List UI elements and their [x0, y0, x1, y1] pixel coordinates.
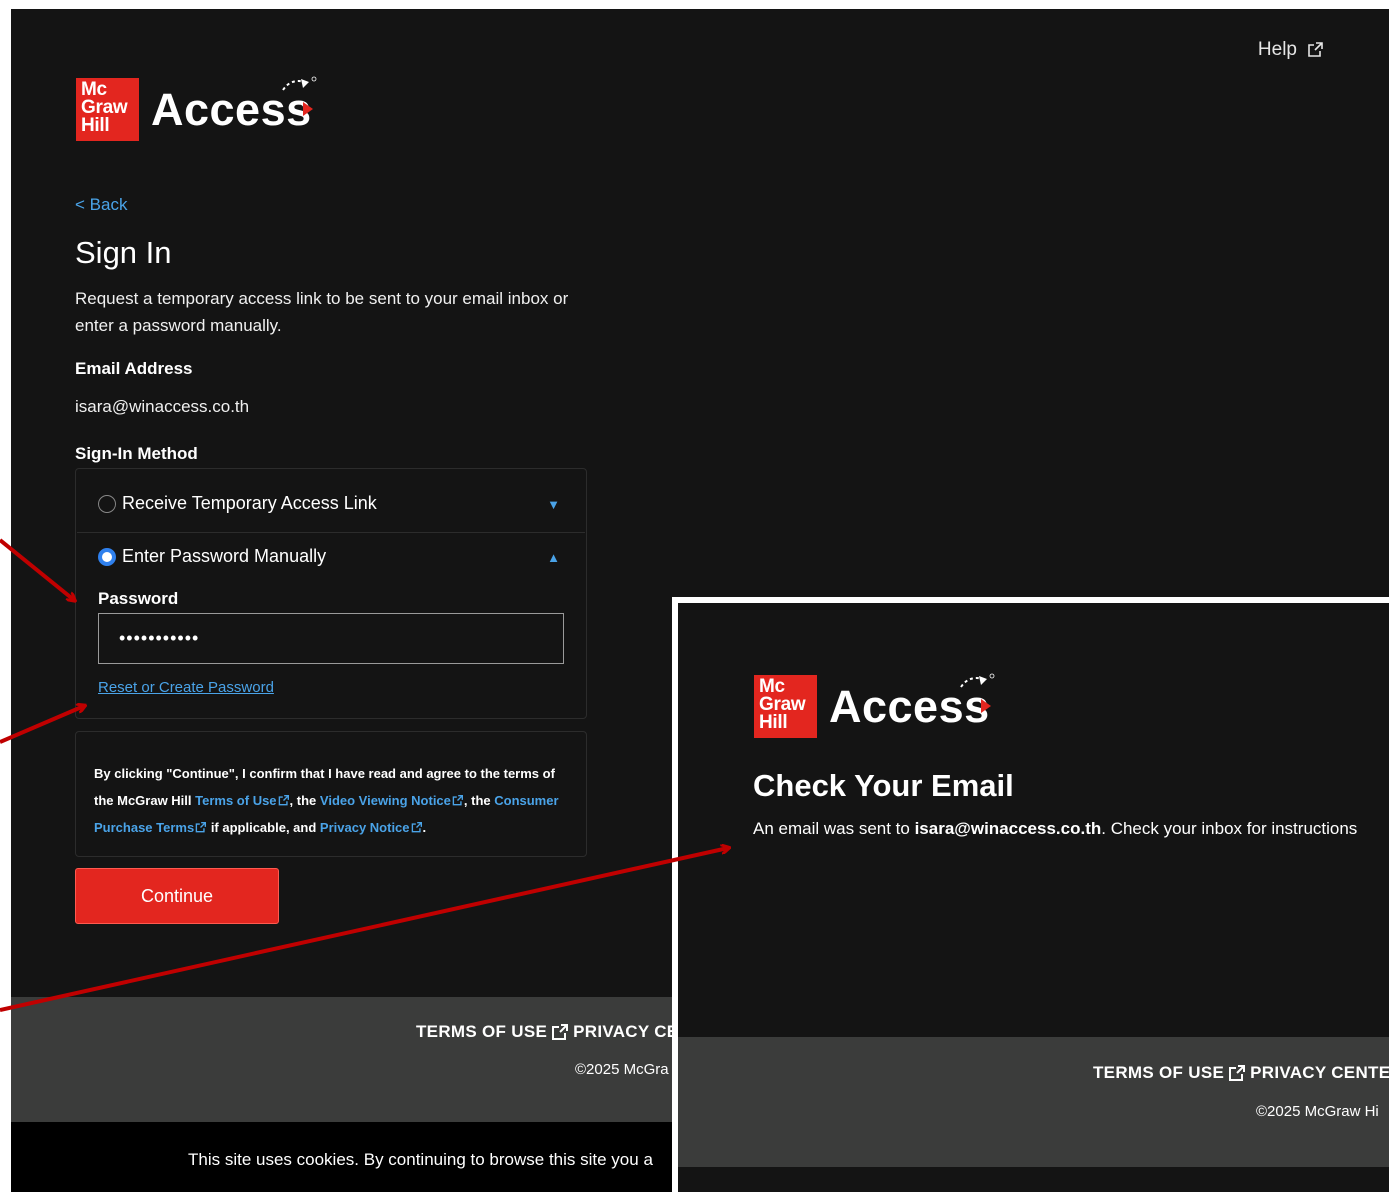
terms-text: , the [463, 793, 495, 808]
reset-password-link[interactable]: Reset or Create Password [98, 679, 274, 696]
email-label: Email Address [75, 359, 193, 378]
email-value: isara@winaccess.co.th [75, 397, 250, 416]
help-label: Help [1257, 39, 1297, 60]
terms-of-use-link[interactable]: Terms of Use [195, 793, 276, 808]
radio-temporary-link[interactable] [98, 494, 116, 513]
external-link-icon [1307, 42, 1323, 58]
chevron-up-icon[interactable]: ▲ [547, 550, 560, 565]
mcgraw-hill-logo-box: Mc Graw Hill [754, 675, 817, 738]
page-title: Sign In [75, 235, 172, 270]
check-email-message: An email was sent to isara@winaccess.co.… [753, 819, 1358, 838]
signin-method-panel: Receive Temporary Access Link ▼ Enter Pa… [75, 468, 587, 719]
check-email-screenshot-inset: Mc Graw Hill Access Check Your Email An em… [672, 597, 1389, 1192]
spark-icon [960, 673, 995, 713]
radio-password[interactable] [98, 547, 116, 566]
external-link-icon [1229, 1064, 1246, 1081]
privacy-notice-link[interactable]: Privacy Notice [320, 820, 410, 835]
video-viewing-notice-link[interactable]: Video Viewing Notice [320, 793, 451, 808]
footer-links: TERMS OF USE PRIVACY CENTE [1093, 1063, 1389, 1083]
password-field[interactable] [98, 613, 564, 664]
option-temporary-link-label: Receive Temporary Access Link [122, 493, 377, 513]
terms-text: if applicable, and [207, 820, 320, 835]
cookie-text: This site uses cookies. By continuing to… [188, 1150, 653, 1169]
footer-privacy-link[interactable]: PRIVACY CENTE [1250, 1063, 1389, 1083]
mcgraw-hill-logo-box: Mc Graw Hill [76, 78, 139, 141]
help-link[interactable]: Help [1258, 39, 1323, 61]
external-link-icon [278, 795, 289, 806]
external-link-icon [411, 822, 422, 833]
copyright: ©2025 McGraw Hi [1256, 1103, 1379, 1120]
signin-method-label: Sign-In Method [75, 444, 198, 463]
footer-terms-link[interactable]: TERMS OF USE [416, 1022, 547, 1042]
divider [77, 532, 585, 533]
copyright: ©2025 McGra [575, 1061, 669, 1078]
external-link-icon [552, 1023, 569, 1040]
spark-icon [282, 76, 317, 116]
external-link-icon [452, 795, 463, 806]
sent-email-address: isara@winaccess.co.th [914, 819, 1102, 838]
password-label: Password [98, 589, 179, 608]
intro-text: Request a temporary access link to be se… [75, 289, 569, 335]
continue-button[interactable]: Continue [75, 868, 279, 924]
footer-links: TERMS OF USE PRIVACY CE [416, 1022, 678, 1042]
back-link[interactable]: < Back [75, 195, 127, 215]
chevron-down-icon[interactable]: ▼ [547, 497, 560, 512]
terms-agreement: By clicking "Continue", I confirm that I… [75, 731, 587, 857]
footer-privacy-link[interactable]: PRIVACY CE [573, 1022, 678, 1042]
option-temporary-link[interactable]: Receive Temporary Access Link [98, 493, 377, 514]
footer-terms-link[interactable]: TERMS OF USE [1093, 1063, 1224, 1083]
check-email-title: Check Your Email [753, 768, 1014, 803]
terms-text: . [422, 820, 427, 835]
terms-text: , the [289, 793, 320, 808]
mcgraw-hill-access-logo: Mc Graw Hill Access [754, 673, 995, 738]
external-link-icon [195, 822, 207, 833]
option-password-label: Enter Password Manually [122, 546, 327, 566]
option-password[interactable]: Enter Password Manually [98, 546, 326, 567]
footer: TERMS OF USE PRIVACY CENTE ©2025 McGraw … [678, 1037, 1389, 1167]
mcgraw-hill-access-logo: Mc Graw Hill Access [76, 76, 317, 141]
